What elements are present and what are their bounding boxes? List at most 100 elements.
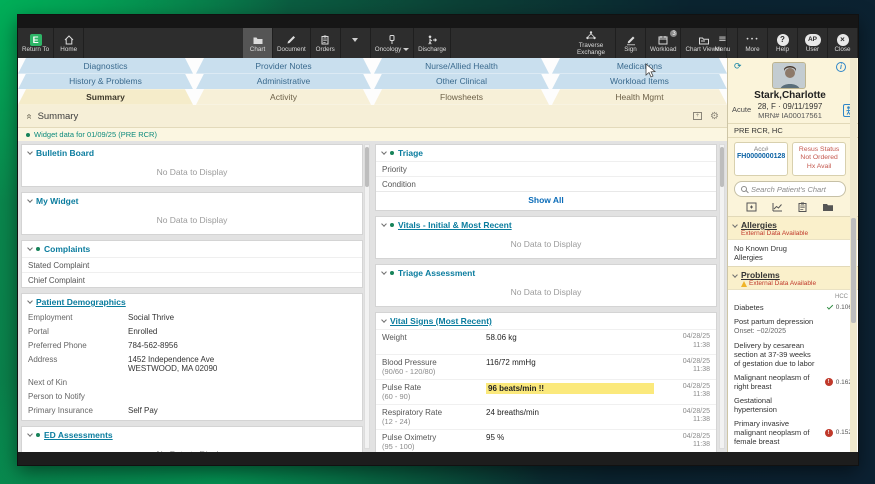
- allergies-section-header[interactable]: Allergies External Data Available: [728, 216, 858, 239]
- section-title[interactable]: ED Assessments: [44, 430, 113, 440]
- oncology-button[interactable]: Oncology: [371, 28, 414, 58]
- tab-history-problems[interactable]: History & Problems: [18, 74, 193, 90]
- discharge-button[interactable]: Discharge: [414, 28, 451, 58]
- more-button[interactable]: ••• More: [738, 28, 768, 58]
- section-title[interactable]: My Widget: [36, 196, 78, 206]
- section-title[interactable]: Vitals - Initial & Most Recent: [398, 220, 512, 230]
- gear-icon[interactable]: ⚙: [710, 111, 719, 122]
- help-button[interactable]: ? Help: [768, 28, 798, 58]
- resus-status-box[interactable]: Resus Status Not OrderedHx Avail: [792, 142, 846, 176]
- chevron-down-icon[interactable]: [27, 298, 33, 304]
- chevron-down-icon[interactable]: [381, 317, 387, 323]
- search-input[interactable]: Search Patient's Chart: [734, 181, 846, 197]
- vital-row: Blood Pressure(90/60 - 120/80) 116/72 mm…: [376, 354, 716, 379]
- window-bottombar: [18, 452, 858, 465]
- sidebar-scrollbar[interactable]: [850, 58, 857, 452]
- patient-name[interactable]: Stark,Charlotte: [734, 90, 846, 101]
- search-placeholder: Search Patient's Chart: [751, 185, 826, 194]
- section-title[interactable]: Bulletin Board: [36, 148, 94, 158]
- desktop-background: E Return To Home Chart Docum: [0, 0, 875, 484]
- section-title[interactable]: Patient Demographics: [36, 297, 126, 307]
- menu-button[interactable]: ≡ Menu: [708, 28, 738, 58]
- risk-alert-icon: !: [825, 429, 833, 437]
- chevron-down-icon[interactable]: [27, 149, 33, 155]
- chart-button[interactable]: Chart: [243, 28, 273, 58]
- chevron-down-icon: [732, 272, 738, 278]
- section-title[interactable]: Complaints: [44, 244, 90, 254]
- results-graph-icon[interactable]: [772, 202, 783, 212]
- app-window: E Return To Home Chart Docum: [18, 15, 858, 465]
- home-button[interactable]: Home: [54, 28, 84, 58]
- orders-dropdown-button[interactable]: [341, 28, 371, 58]
- chevron-down-icon[interactable]: [27, 197, 33, 203]
- tab-diagnostics[interactable]: Diagnostics: [18, 58, 193, 74]
- section-title[interactable]: Vital Signs (Most Recent): [390, 316, 492, 326]
- demographics-row: EmploymentSocial Thrive: [22, 310, 362, 324]
- document-button[interactable]: Document: [273, 28, 311, 58]
- user-button[interactable]: AP User: [798, 28, 828, 58]
- triage-card: Triage Priority Condition Show All: [375, 144, 717, 211]
- workload-badge: 3: [669, 29, 678, 38]
- info-icon[interactable]: i: [836, 62, 846, 72]
- care-status-tag: PRE RCR, HC: [728, 123, 858, 138]
- close-button[interactable]: × Close: [828, 28, 858, 58]
- return-to-button[interactable]: E Return To: [18, 28, 54, 58]
- orders-button[interactable]: Orders: [311, 28, 341, 58]
- demographics-row: Address1452 Independence AveWESTWOOD, MA…: [22, 352, 362, 375]
- hamburger-menu-icon: ≡: [718, 35, 726, 45]
- tab-medications[interactable]: Medications: [552, 58, 727, 74]
- tab-flowsheets[interactable]: Flowsheets: [374, 89, 549, 105]
- chevron-down-icon[interactable]: [381, 269, 387, 275]
- show-all-link[interactable]: Show All: [376, 191, 716, 210]
- sign-button[interactable]: Sign: [616, 28, 646, 58]
- widget-data-notice: Widget data for 01/09/25 (PRE RCR): [18, 128, 727, 141]
- window-titlebar: [18, 15, 858, 28]
- problem-item[interactable]: Post partum depressionOnset: ~02/2025: [734, 317, 852, 336]
- tab-activity[interactable]: Activity: [196, 89, 371, 105]
- middle-column-scrollbar[interactable]: [719, 144, 725, 449]
- question-mark-icon: ?: [777, 34, 789, 46]
- restore-window-icon[interactable]: [746, 202, 757, 212]
- problem-item[interactable]: Gestational hypertension: [734, 396, 852, 414]
- problems-section-header[interactable]: Problems External Data Available: [728, 266, 858, 289]
- vital-row: Respiratory Rate(12 - 24) 24 breaths/min…: [376, 404, 716, 429]
- warning-triangle-icon: [741, 281, 747, 287]
- chevron-down-icon[interactable]: [27, 245, 33, 251]
- vital-row: Weight 58.06 kg 04/28/2511:38: [376, 329, 716, 354]
- clipboard-icon[interactable]: [798, 202, 807, 212]
- section-title[interactable]: Triage: [398, 148, 423, 158]
- problem-item[interactable]: Diabetes 0.106: [734, 303, 852, 312]
- workload-button[interactable]: 3 Workload: [646, 28, 681, 58]
- problem-item[interactable]: Primary invasive malignant neoplasm of f…: [734, 419, 852, 446]
- left-column-scrollbar[interactable]: [364, 144, 370, 449]
- problem-item[interactable]: Malignant neoplasm of right breast !0.16…: [734, 373, 852, 391]
- tab-summary[interactable]: Summary: [18, 89, 193, 105]
- chevron-down-icon[interactable]: [381, 221, 387, 227]
- chevron-down-icon[interactable]: [381, 149, 387, 155]
- folder-icon[interactable]: [822, 202, 834, 212]
- risk-alert-icon: !: [825, 378, 833, 386]
- complaints-card: Complaints Stated Complaint Chief Compla…: [21, 240, 363, 288]
- tab-nurse-allied-health[interactable]: Nurse/Allied Health: [374, 58, 549, 74]
- traverse-exchange-button[interactable]: Traverse Exchange: [567, 28, 616, 58]
- section-title[interactable]: Triage Assessment: [398, 268, 475, 278]
- status-dot-icon: [36, 433, 40, 437]
- triage-row: Priority: [376, 161, 716, 176]
- chevron-down-icon: [352, 38, 358, 42]
- collapse-icon[interactable]: «: [23, 113, 34, 119]
- restore-window-icon[interactable]: +: [693, 112, 702, 120]
- network-exchange-icon: [585, 30, 597, 42]
- mouse-cursor: [645, 63, 657, 79]
- tab-administrative[interactable]: Administrative: [196, 74, 371, 90]
- refresh-icon[interactable]: ⟳: [734, 62, 742, 72]
- tab-health-mgmt[interactable]: Health Mgmt: [552, 89, 727, 105]
- patient-photo[interactable]: [772, 62, 806, 89]
- tab-other-clinical[interactable]: Other Clinical: [374, 74, 549, 90]
- tab-provider-notes[interactable]: Provider Notes: [196, 58, 371, 74]
- problem-item[interactable]: Delivery by cesarean section at 37-39 we…: [734, 341, 852, 368]
- sidebar-quick-icons: [734, 197, 846, 216]
- tab-workload-items[interactable]: Workload Items: [552, 74, 727, 90]
- triage-row: Condition: [376, 176, 716, 191]
- chevron-down-icon[interactable]: [27, 431, 33, 437]
- accession-box[interactable]: Acc# FH0000000128: [734, 142, 788, 176]
